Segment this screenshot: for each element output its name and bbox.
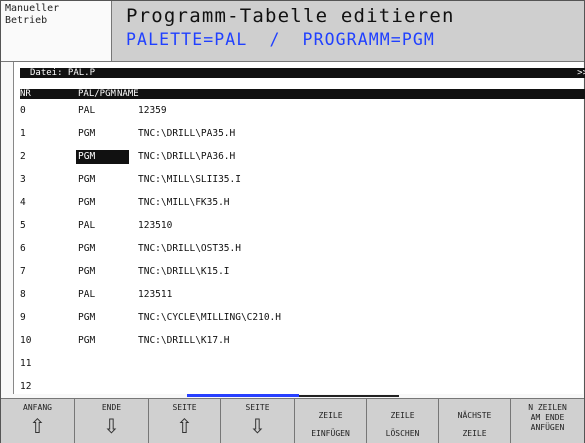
column-header-row: NR PAL/PGM NAME xyxy=(20,89,585,99)
softkey-ende-label: ENDE xyxy=(101,403,122,412)
softkey-anfang[interactable]: ANFANG ⇧ xyxy=(1,399,75,443)
row-nr: 1 xyxy=(20,128,26,139)
row-type[interactable]: PAL xyxy=(78,219,95,233)
row-nr: 9 xyxy=(20,312,26,323)
table-row[interactable]: 9 PGM TNC:\CYCLE\MILLING\C210.H xyxy=(20,311,585,325)
table-row[interactable]: 10 PGM TNC:\DRILL\K17.H xyxy=(20,334,585,348)
column-header-name: NAME xyxy=(117,89,139,99)
softkey-anfang-label: ANFANG xyxy=(23,403,52,412)
row-name[interactable]: TNC:\DRILL\PA35.H xyxy=(138,127,235,141)
softkey-seite-down[interactable]: SEITE ⇩ xyxy=(221,399,295,443)
row-nr: 0 xyxy=(20,105,26,116)
row-type[interactable]: PGM xyxy=(78,173,95,187)
page-subtitle: PALETTE=PAL / PROGRAMM=PGM xyxy=(126,30,435,49)
mode-indicator: Manueller Betrieb xyxy=(1,1,112,61)
table-row[interactable]: 4 PGM TNC:\MILL\FK35.H xyxy=(20,196,585,210)
header-bar: Manueller Betrieb Programm-Tabelle editi… xyxy=(1,1,584,62)
softkey-ende[interactable]: ENDE ⇩ xyxy=(75,399,149,443)
softkey-zeile-loeschen[interactable]: ZEILE LÖSCHEN xyxy=(367,399,439,443)
row-name[interactable]: TNC:\MILL\FK35.H xyxy=(138,196,230,210)
table-editor: Datei: PAL.P >> NR PAL/PGM NAME 0 PAL 12… xyxy=(13,62,585,394)
softkey-bar: ANFANG ⇧ ENDE ⇩ SEITE ⇧ SEITE ⇩ ZEILE EI… xyxy=(1,398,584,443)
file-bar: Datei: PAL.P >> xyxy=(20,68,585,78)
window-frame: Manueller Betrieb Programm-Tabelle editi… xyxy=(0,0,585,443)
row-name[interactable]: TNC:\DRILL\PA36.H xyxy=(138,150,235,164)
softkey-bar-page-indicator xyxy=(187,394,299,397)
table-row[interactable]: 7 PGM TNC:\DRILL\K15.I xyxy=(20,265,585,279)
row-nr: 5 xyxy=(20,220,26,231)
row-name[interactable]: TNC:\DRILL\K17.H xyxy=(138,334,230,348)
row-nr: 7 xyxy=(20,266,26,277)
file-label: Datei: PAL.P xyxy=(30,68,96,78)
column-header-nr: NR xyxy=(20,89,31,99)
table-row[interactable]: 5 PAL 123510 xyxy=(20,219,585,233)
mode-line-1: Manueller xyxy=(5,3,60,14)
row-nr: 2 xyxy=(20,151,26,162)
arrow-down-to-end-icon: ⇩ xyxy=(103,414,120,438)
row-type[interactable]: PGM xyxy=(78,196,95,210)
softkey-seite-down-label: SEITE xyxy=(245,403,270,412)
row-name[interactable]: TNC:\MILL\SLII35.I xyxy=(138,173,241,187)
row-type-cursor[interactable]: PGM xyxy=(76,150,129,164)
softkey-zeile-einfuegen-line1: ZEILE xyxy=(318,411,343,420)
softkey-n-zeilen-line2: AM ENDE xyxy=(530,413,565,422)
mode-label: Manueller Betrieb xyxy=(5,3,59,27)
softkey-naechste-zeile-line1: NÄCHSTE xyxy=(457,411,492,420)
row-type[interactable]: PGM xyxy=(78,311,95,325)
row-name[interactable]: TNC:\DRILL\OST35.H xyxy=(138,242,241,256)
row-name[interactable]: 123511 xyxy=(138,288,172,302)
row-nr: 8 xyxy=(20,289,26,300)
row-type[interactable]: PAL xyxy=(78,104,95,118)
table-row[interactable]: 12 xyxy=(20,380,585,394)
softkey-zeile-einfuegen-line2: EINFÜGEN xyxy=(311,429,350,438)
mode-line-2: Betrieb xyxy=(5,15,48,26)
softkey-zeile-loeschen-line1: ZEILE xyxy=(390,411,415,420)
row-nr: 12 xyxy=(20,381,32,392)
row-type[interactable]: PGM xyxy=(78,242,95,256)
table-row[interactable]: 6 PGM TNC:\DRILL\OST35.H xyxy=(20,242,585,256)
row-nr: 6 xyxy=(20,243,26,254)
table-row[interactable]: 3 PGM TNC:\MILL\SLII35.I xyxy=(20,173,585,187)
row-type[interactable]: PAL xyxy=(78,288,95,302)
row-nr: 3 xyxy=(20,174,26,185)
table-row[interactable]: 0 PAL 12359 xyxy=(20,104,585,118)
row-type[interactable]: PGM xyxy=(78,127,95,141)
softkey-naechste-zeile[interactable]: NÄCHSTE ZEILE xyxy=(439,399,511,443)
row-nr: 11 xyxy=(20,358,32,369)
row-nr: 4 xyxy=(20,197,26,208)
row-name[interactable]: 123510 xyxy=(138,219,172,233)
table-row[interactable]: 1 PGM TNC:\DRILL\PA35.H xyxy=(20,127,585,141)
softkey-seite-up[interactable]: SEITE ⇧ xyxy=(149,399,221,443)
table-row-selected[interactable]: 2 PGM TNC:\DRILL\PA36.H xyxy=(20,150,585,164)
arrow-up-to-start-icon: ⇧ xyxy=(29,414,46,438)
table-row[interactable]: 11 xyxy=(20,357,585,371)
softkey-n-zeilen-line3: ANFÜGEN xyxy=(530,423,565,432)
row-type[interactable]: PGM xyxy=(78,334,95,348)
page-title: Programm-Tabelle editieren xyxy=(126,5,455,27)
softkey-naechste-zeile-line2: ZEILE xyxy=(462,429,487,438)
softkey-bar-page-indicator-2 xyxy=(299,395,399,397)
softkey-zeile-loeschen-line2: LÖSCHEN xyxy=(385,429,420,438)
softkey-n-zeilen-line1: N ZEILEN xyxy=(528,403,567,412)
row-type[interactable]: PGM xyxy=(78,265,95,279)
arrow-page-up-icon: ⇧ xyxy=(176,414,193,438)
table-row[interactable]: 8 PAL 123511 xyxy=(20,288,585,302)
row-nr: 10 xyxy=(20,335,32,346)
row-name[interactable]: TNC:\DRILL\K15.I xyxy=(138,265,230,279)
row-name[interactable]: 12359 xyxy=(138,104,167,118)
row-name[interactable]: TNC:\CYCLE\MILLING\C210.H xyxy=(138,311,281,325)
column-header-type: PAL/PGM xyxy=(78,89,116,99)
softkey-zeile-einfuegen[interactable]: ZEILE EINFÜGEN xyxy=(295,399,367,443)
arrow-page-down-icon: ⇩ xyxy=(249,414,266,438)
softkey-seite-up-label: SEITE xyxy=(172,403,197,412)
more-columns-indicator[interactable]: >> xyxy=(577,68,585,78)
softkey-n-zeilen-anfuegen[interactable]: N ZEILEN AM ENDE ANFÜGEN xyxy=(511,399,584,443)
